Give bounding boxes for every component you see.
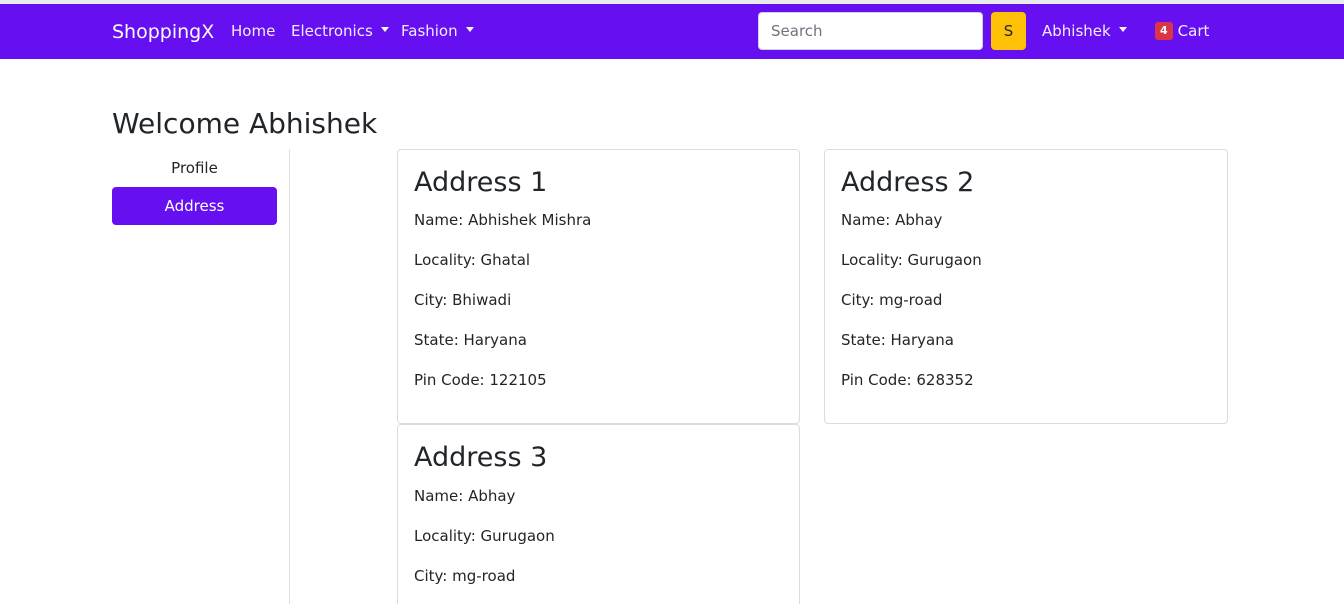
address-title: Address 2 <box>841 167 975 198</box>
address-city: City: mg-road <box>414 567 516 585</box>
chevron-down-icon <box>1118 27 1127 32</box>
address-locality: Locality: Ghatal <box>414 251 531 269</box>
nav-home[interactable]: Home <box>231 21 275 41</box>
address-state: State: Haryana <box>841 331 954 349</box>
address-title: Address 1 <box>414 167 548 198</box>
nav-fashion-dropdown[interactable]: Fashion <box>401 21 474 41</box>
sidebar-divider <box>289 149 290 604</box>
chevron-down-icon <box>465 27 474 32</box>
nav-electronics-dropdown[interactable]: Electronics <box>291 21 389 41</box>
address-name: Name: Abhay <box>841 211 943 229</box>
address-city: City: Bhiwadi <box>414 291 512 309</box>
address-card-2: Address 2 Name: Abhay Locality: Gurugaon… <box>824 149 1228 424</box>
cart-count-badge: 4 <box>1155 21 1173 40</box>
address-locality: Locality: Gurugaon <box>841 251 982 269</box>
nav-electronics-label: Electronics <box>291 22 373 40</box>
address-pin: Pin Code: 628352 <box>841 371 974 389</box>
search-button[interactable]: S <box>991 12 1026 50</box>
cart-label: Cart <box>1177 22 1210 40</box>
address-card-1: Address 1 Name: Abhishek Mishra Locality… <box>397 149 800 424</box>
address-card-3: Address 3 Name: Abhay Locality: Gurugaon… <box>397 424 800 604</box>
page-title: Welcome Abhishek <box>112 107 378 140</box>
address-pin: Pin Code: 122105 <box>414 371 547 389</box>
address-name: Name: Abhishek Mishra <box>414 211 592 229</box>
address-name: Name: Abhay <box>414 487 516 505</box>
user-name: Abhishek <box>1042 22 1111 40</box>
search-input[interactable] <box>758 12 983 50</box>
cart-link[interactable]: 4 Cart <box>1155 21 1209 41</box>
sidebar-item-profile[interactable]: Profile <box>112 149 277 187</box>
navbar: ShoppingX Home Electronics Fashion S Abh… <box>0 4 1344 59</box>
user-menu-dropdown[interactable]: Abhishek <box>1042 21 1127 41</box>
sidebar-item-address[interactable]: Address <box>112 187 277 225</box>
address-state: State: Haryana <box>414 331 527 349</box>
chevron-down-icon <box>380 27 389 32</box>
brand-logo[interactable]: ShoppingX <box>112 20 214 44</box>
address-title: Address 3 <box>414 442 548 473</box>
address-city: City: mg-road <box>841 291 943 309</box>
address-locality: Locality: Gurugaon <box>414 527 555 545</box>
nav-fashion-label: Fashion <box>401 22 458 40</box>
